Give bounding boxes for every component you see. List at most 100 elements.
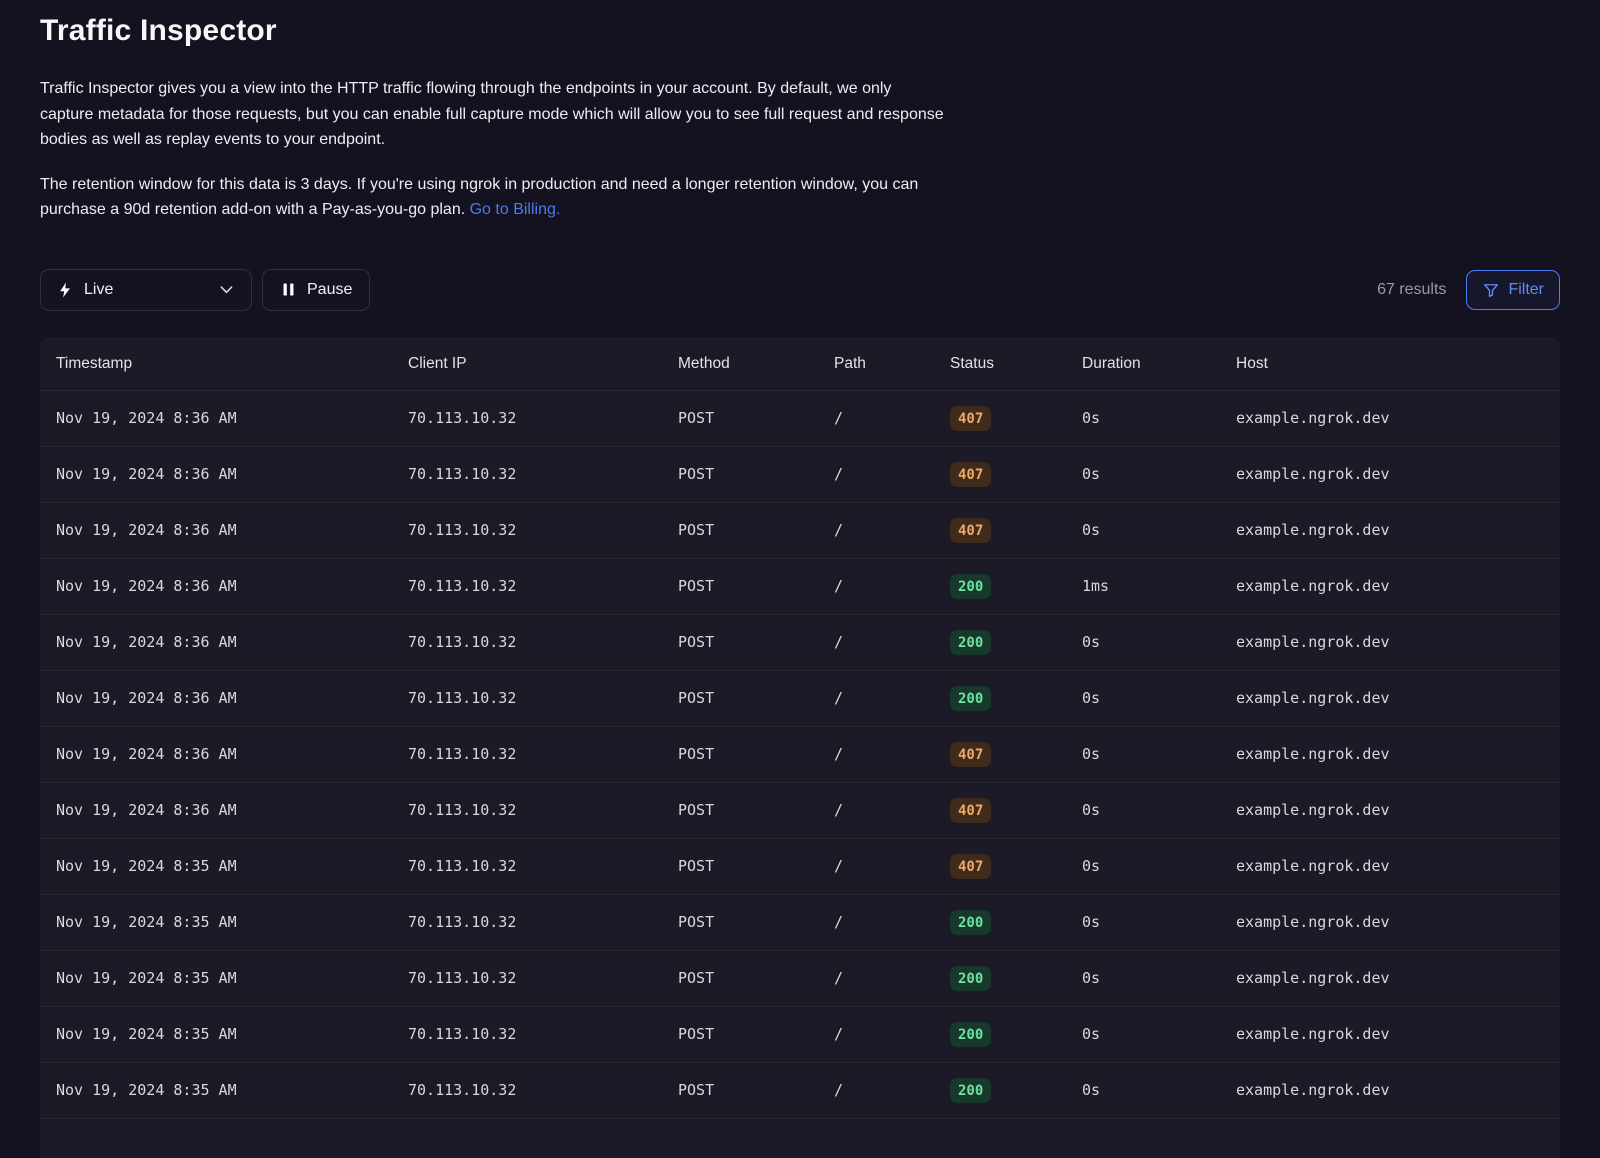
cell-path: / [818, 838, 934, 894]
table-row[interactable]: Nov 19, 2024 8:36 AM 70.113.10.32 POST /… [40, 390, 1560, 446]
status-badge: 200 [950, 574, 991, 599]
cell-host: example.ngrok.dev [1220, 670, 1560, 726]
table-row[interactable]: Nov 19, 2024 8:36 AM 70.113.10.32 POST /… [40, 446, 1560, 502]
cell-path: / [818, 614, 934, 670]
cell-method: POST [662, 1006, 818, 1062]
cell-duration: 0s [1066, 838, 1220, 894]
cell-method: POST [662, 1062, 818, 1118]
page-content: Traffic Inspector Traffic Inspector give… [0, 12, 1600, 311]
table-row[interactable]: Nov 19, 2024 8:35 AM 70.113.10.32 POST /… [40, 894, 1560, 950]
cell-timestamp: Nov 19, 2024 8:35 AM [40, 1006, 392, 1062]
live-mode-dropdown[interactable]: Live [40, 269, 252, 311]
cell-duration: 0s [1066, 1062, 1220, 1118]
table-header-row: Timestamp Client IP Method Path Status D… [40, 337, 1560, 391]
filter-button[interactable]: Filter [1466, 270, 1560, 310]
table-row[interactable]: Nov 19, 2024 8:35 AM 70.113.10.32 POST /… [40, 838, 1560, 894]
status-badge: 200 [950, 686, 991, 711]
table-row[interactable]: Nov 19, 2024 8:36 AM 70.113.10.32 POST /… [40, 670, 1560, 726]
status-badge: 407 [950, 462, 991, 487]
column-header-duration: Duration [1066, 337, 1220, 391]
cell-client-ip: 70.113.10.32 [392, 838, 662, 894]
cell-host: example.ngrok.dev [1220, 502, 1560, 558]
table-row[interactable]: Nov 19, 2024 8:36 AM 70.113.10.32 POST /… [40, 502, 1560, 558]
cell-path: / [818, 782, 934, 838]
column-header-client-ip: Client IP [392, 337, 662, 391]
cell-method: POST [662, 726, 818, 782]
cell-client-ip: 70.113.10.32 [392, 670, 662, 726]
cell-host: example.ngrok.dev [1220, 726, 1560, 782]
table-body: Nov 19, 2024 8:36 AM 70.113.10.32 POST /… [40, 390, 1560, 1118]
cell-client-ip: 70.113.10.32 [392, 390, 662, 446]
cell-status: 200 [934, 670, 1066, 726]
retention-paragraph: The retention window for this data is 3 … [40, 172, 945, 223]
filter-label: Filter [1508, 281, 1544, 299]
intro-paragraph: Traffic Inspector gives you a view into … [40, 76, 945, 153]
live-mode-label: Live [84, 281, 113, 299]
cell-method: POST [662, 446, 818, 502]
cell-timestamp: Nov 19, 2024 8:35 AM [40, 838, 392, 894]
cell-duration: 0s [1066, 614, 1220, 670]
pause-icon [280, 281, 297, 298]
cell-host: example.ngrok.dev [1220, 782, 1560, 838]
cell-path: / [818, 390, 934, 446]
cell-client-ip: 70.113.10.32 [392, 614, 662, 670]
traffic-table: Timestamp Client IP Method Path Status D… [40, 337, 1560, 1119]
status-badge: 200 [950, 966, 991, 991]
cell-client-ip: 70.113.10.32 [392, 502, 662, 558]
pause-label: Pause [307, 281, 352, 299]
cell-timestamp: Nov 19, 2024 8:35 AM [40, 1062, 392, 1118]
cell-timestamp: Nov 19, 2024 8:36 AM [40, 670, 392, 726]
cell-method: POST [662, 782, 818, 838]
cell-path: / [818, 670, 934, 726]
status-badge: 407 [950, 518, 991, 543]
cell-timestamp: Nov 19, 2024 8:35 AM [40, 950, 392, 1006]
go-to-billing-link[interactable]: Go to Billing. [470, 201, 561, 218]
cell-path: / [818, 1062, 934, 1118]
cell-path: / [818, 894, 934, 950]
cell-duration: 0s [1066, 726, 1220, 782]
cell-path: / [818, 726, 934, 782]
cell-status: 407 [934, 838, 1066, 894]
cell-method: POST [662, 614, 818, 670]
table-row[interactable]: Nov 19, 2024 8:36 AM 70.113.10.32 POST /… [40, 726, 1560, 782]
cell-duration: 0s [1066, 950, 1220, 1006]
cell-path: / [818, 502, 934, 558]
cell-duration: 0s [1066, 670, 1220, 726]
cell-duration: 1ms [1066, 558, 1220, 614]
column-header-method: Method [662, 337, 818, 391]
cell-status: 407 [934, 446, 1066, 502]
cell-status: 407 [934, 502, 1066, 558]
pause-button[interactable]: Pause [262, 269, 370, 311]
cell-client-ip: 70.113.10.32 [392, 1062, 662, 1118]
table-row[interactable]: Nov 19, 2024 8:36 AM 70.113.10.32 POST /… [40, 614, 1560, 670]
cell-status: 407 [934, 726, 1066, 782]
cell-timestamp: Nov 19, 2024 8:36 AM [40, 390, 392, 446]
cell-status: 200 [934, 950, 1066, 1006]
page-title: Traffic Inspector [40, 12, 1560, 50]
cell-client-ip: 70.113.10.32 [392, 1006, 662, 1062]
table-row[interactable]: Nov 19, 2024 8:35 AM 70.113.10.32 POST /… [40, 1006, 1560, 1062]
cell-timestamp: Nov 19, 2024 8:36 AM [40, 726, 392, 782]
toolbar: Live Pause 67 results Filter [40, 269, 1560, 311]
table-row[interactable]: Nov 19, 2024 8:35 AM 70.113.10.32 POST /… [40, 1062, 1560, 1118]
cell-host: example.ngrok.dev [1220, 614, 1560, 670]
cell-client-ip: 70.113.10.32 [392, 558, 662, 614]
status-badge: 200 [950, 1022, 991, 1047]
cell-timestamp: Nov 19, 2024 8:36 AM [40, 558, 392, 614]
status-badge: 407 [950, 854, 991, 879]
cell-client-ip: 70.113.10.32 [392, 446, 662, 502]
cell-status: 200 [934, 1062, 1066, 1118]
cell-status: 200 [934, 894, 1066, 950]
cell-duration: 0s [1066, 1006, 1220, 1062]
cell-timestamp: Nov 19, 2024 8:35 AM [40, 894, 392, 950]
cell-host: example.ngrok.dev [1220, 1006, 1560, 1062]
cell-host: example.ngrok.dev [1220, 1062, 1560, 1118]
cell-client-ip: 70.113.10.32 [392, 894, 662, 950]
column-header-status: Status [934, 337, 1066, 391]
table-row[interactable]: Nov 19, 2024 8:36 AM 70.113.10.32 POST /… [40, 782, 1560, 838]
cell-method: POST [662, 894, 818, 950]
cell-host: example.ngrok.dev [1220, 446, 1560, 502]
table-row[interactable]: Nov 19, 2024 8:36 AM 70.113.10.32 POST /… [40, 558, 1560, 614]
table-row[interactable]: Nov 19, 2024 8:35 AM 70.113.10.32 POST /… [40, 950, 1560, 1006]
column-header-host: Host [1220, 337, 1560, 391]
